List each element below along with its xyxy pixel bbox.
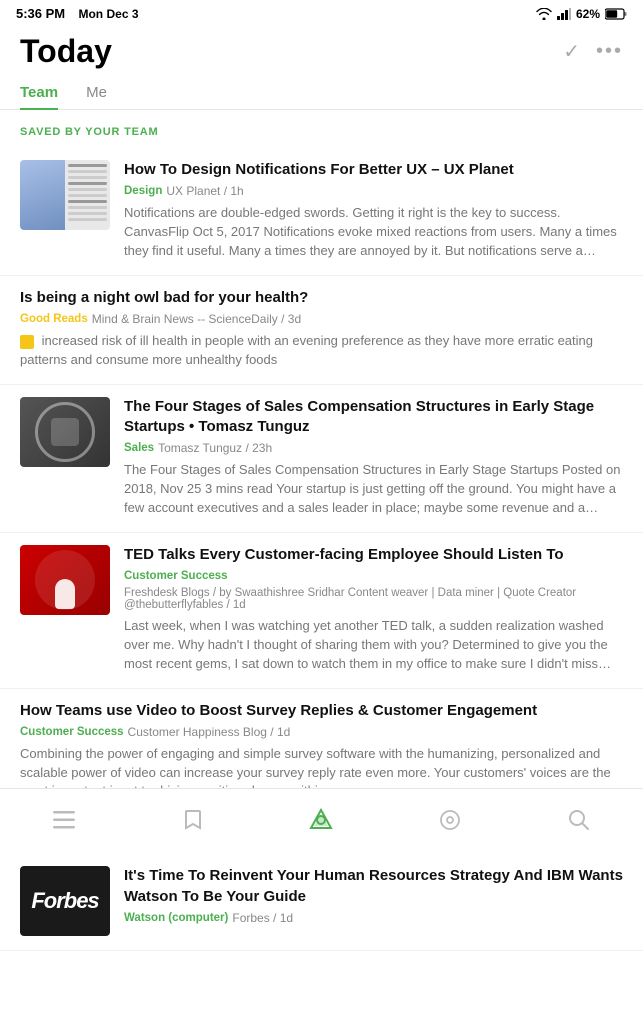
bottom-nav	[0, 788, 643, 858]
article-content: Is being a night owl bad for your health…	[20, 288, 623, 370]
article-title: It's Time To Reinvent Your Human Resourc…	[124, 866, 623, 907]
article-tag: Customer Success	[20, 725, 124, 739]
article-source: Forbes / 1d	[232, 911, 293, 925]
article-tag: Design	[124, 184, 162, 198]
article-meta: Sales Tomasz Tunguz / 23h	[124, 441, 623, 455]
article-content: The Four Stages of Sales Compensation St…	[124, 397, 623, 518]
battery-text: 62%	[576, 7, 600, 21]
article-meta: Watson (computer) Forbes / 1d	[124, 911, 623, 925]
explore-icon	[439, 809, 461, 831]
article-title: Is being a night owl bad for your health…	[20, 288, 623, 308]
page-title: Today	[20, 33, 112, 70]
article-item[interactable]: Forbes It's Time To Reinvent Your Human …	[0, 854, 643, 951]
wifi-icon	[536, 8, 552, 20]
check-icon[interactable]: ✓	[563, 39, 580, 64]
article-content: How Teams use Video to Boost Survey Repl…	[20, 701, 623, 802]
article-title: How Teams use Video to Boost Survey Repl…	[20, 701, 623, 721]
nav-search-button[interactable]	[554, 798, 604, 842]
status-bar: 5:36 PM Mon Dec 3 62%	[0, 0, 643, 25]
article-meta: Design UX Planet / 1h	[124, 184, 623, 198]
header: Today ✓ •••	[0, 25, 643, 76]
article-source: Mind & Brain News -- ScienceDaily / 3d	[92, 312, 301, 326]
article-meta: Good Reads Mind & Brain News -- ScienceD…	[20, 312, 623, 326]
tab-team[interactable]: Team	[20, 76, 58, 109]
article-content: TED Talks Every Customer-facing Employee…	[124, 545, 623, 674]
nav-home-button[interactable]	[296, 798, 346, 842]
article-source: Customer Happiness Blog / 1d	[128, 725, 291, 739]
article-item[interactable]: How To Design Notifications For Better U…	[0, 148, 643, 276]
article-excerpt: Last week, when I was watching yet anoth…	[124, 617, 623, 674]
menu-icon	[53, 811, 75, 829]
article-excerpt: increased risk of ill health in people w…	[20, 332, 623, 370]
nav-bookmark-button[interactable]	[168, 798, 218, 842]
nav-explore-button[interactable]	[425, 798, 475, 842]
battery-icon	[605, 8, 627, 20]
article-meta: Customer Success Freshdesk Blogs / by Sw…	[124, 569, 623, 611]
article-title: How To Design Notifications For Better U…	[124, 160, 623, 180]
article-item[interactable]: Is being a night owl bad for your health…	[0, 276, 643, 385]
signal-icon	[557, 8, 571, 20]
status-right-icons: 62%	[536, 7, 627, 21]
article-thumbnail: Forbes	[20, 866, 110, 936]
article-title: The Four Stages of Sales Compensation St…	[124, 397, 623, 438]
article-item[interactable]: TED Talks Every Customer-facing Employee…	[0, 533, 643, 689]
bookmark-icon	[184, 809, 202, 831]
article-item[interactable]: The Four Stages of Sales Compensation St…	[0, 385, 643, 533]
search-icon	[568, 809, 590, 831]
tabs-container: Team Me	[0, 76, 643, 110]
home-icon	[309, 808, 333, 832]
article-thumbnail	[20, 397, 110, 467]
article-source: UX Planet / 1h	[166, 184, 243, 198]
article-excerpt: Notifications are double-edged swords. G…	[124, 204, 623, 261]
article-thumbnail	[20, 545, 110, 615]
section-saved-by-team-header: SAVED BY YOUR TEAM	[0, 110, 643, 148]
more-icon[interactable]: •••	[596, 40, 623, 63]
article-meta: Customer Success Customer Happiness Blog…	[20, 725, 623, 739]
header-actions: ✓ •••	[563, 39, 623, 64]
article-tag: Customer Success	[124, 569, 228, 583]
article-tag: Sales	[124, 441, 154, 455]
status-time: 5:36 PM Mon Dec 3	[16, 6, 139, 21]
content-area: SAVED BY YOUR TEAM How To Design Notific…	[0, 110, 643, 1031]
tab-me[interactable]: Me	[86, 76, 107, 109]
article-source: Freshdesk Blogs / by Swaathishree Sridha…	[124, 587, 623, 611]
article-title: TED Talks Every Customer-facing Employee…	[124, 545, 623, 565]
article-tag: Good Reads	[20, 312, 88, 326]
article-content: It's Time To Reinvent Your Human Resourc…	[124, 866, 623, 931]
article-source: Tomasz Tunguz / 23h	[158, 441, 272, 455]
article-tag: Watson (computer)	[124, 911, 228, 925]
article-thumbnail	[20, 160, 110, 230]
article-excerpt: The Four Stages of Sales Compensation St…	[124, 461, 623, 518]
highlight-icon	[20, 335, 34, 349]
article-content: How To Design Notifications For Better U…	[124, 160, 623, 261]
nav-menu-button[interactable]	[39, 798, 89, 842]
